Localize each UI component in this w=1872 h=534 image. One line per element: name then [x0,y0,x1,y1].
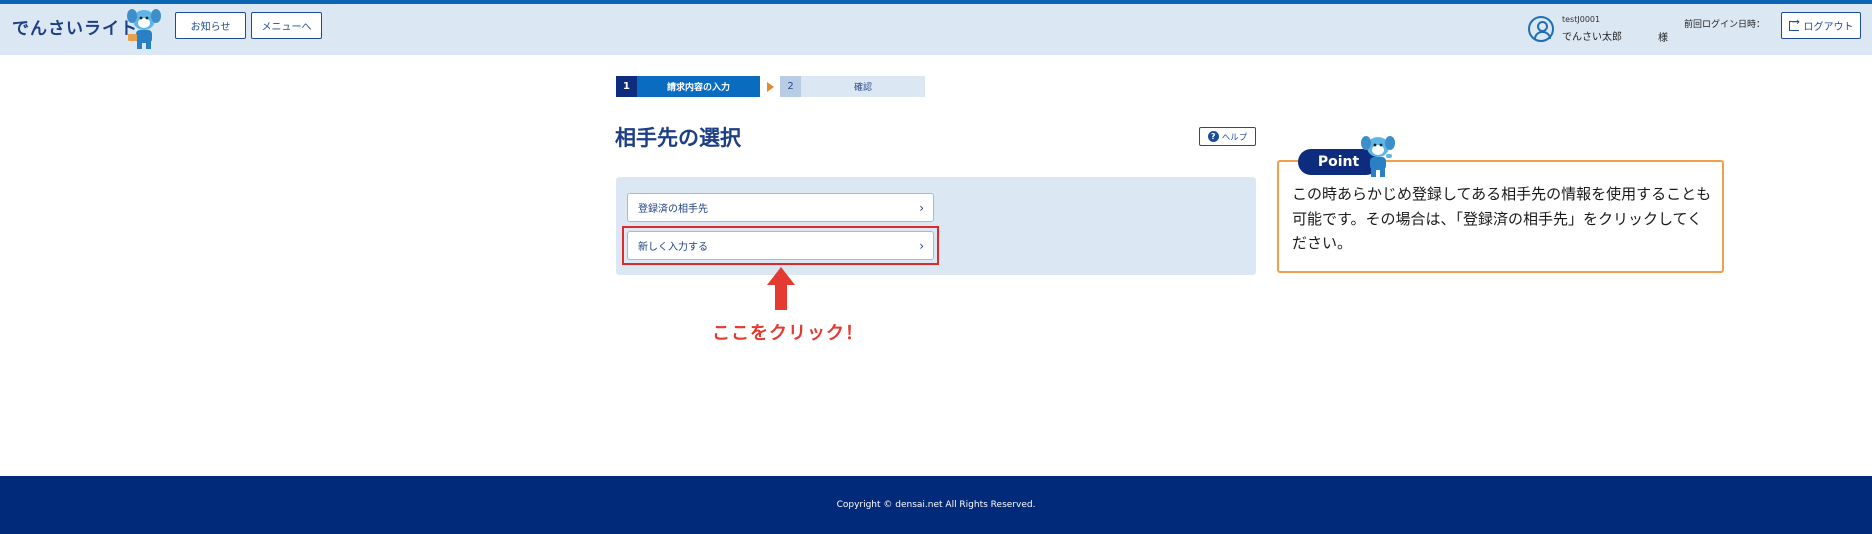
user-name: でんさい太郎 [1562,32,1622,43]
news-button[interactable]: お知らせ [175,12,246,39]
step-1-label: 請求内容の入力 [637,76,760,97]
step-2-label: 確認 [801,76,925,97]
logout-icon [1788,17,1800,31]
mascot-icon [1361,136,1395,177]
help-label: ヘルプ [1221,132,1248,143]
logout-button[interactable]: ログアウト [1781,12,1861,39]
logout-label: ログアウト [1803,22,1854,33]
red-arrow-shaft [775,284,787,310]
registered-partner-label: 登録済の相手先 [638,204,708,215]
step-arrow-icon [767,82,774,92]
last-login-label: 前回ログイン日時： [1684,20,1766,30]
help-button[interactable]: ? ヘルプ [1199,127,1256,146]
click-here-annotation: ここをクリック！ [712,323,864,344]
copyright-text: Copyright © densai.net All Rights Reserv… [836,500,1036,510]
chevron-right-icon: › [919,201,924,215]
step-1-number: 1 [616,76,637,97]
point-text: この時あらかじめ登録してある相手先の情報を使用することも可能です。その場合は、「… [1292,185,1712,252]
red-arrow-up-icon [767,267,795,285]
user-id: testJ0001 [1562,15,1601,24]
brand-logo-text[interactable]: でんさいライト [12,14,138,39]
step-2-number: 2 [780,76,801,97]
user-avatar-icon [1528,16,1554,42]
question-icon: ? [1207,131,1219,142]
registered-partner-button[interactable]: 登録済の相手先 › [627,193,934,222]
mascot-logo-icon [127,9,161,49]
page-title: 相手先の選択 [615,126,741,150]
highlight-box [622,226,939,265]
menu-button[interactable]: メニューへ [251,12,322,39]
user-honorific: 様 [1658,33,1668,44]
